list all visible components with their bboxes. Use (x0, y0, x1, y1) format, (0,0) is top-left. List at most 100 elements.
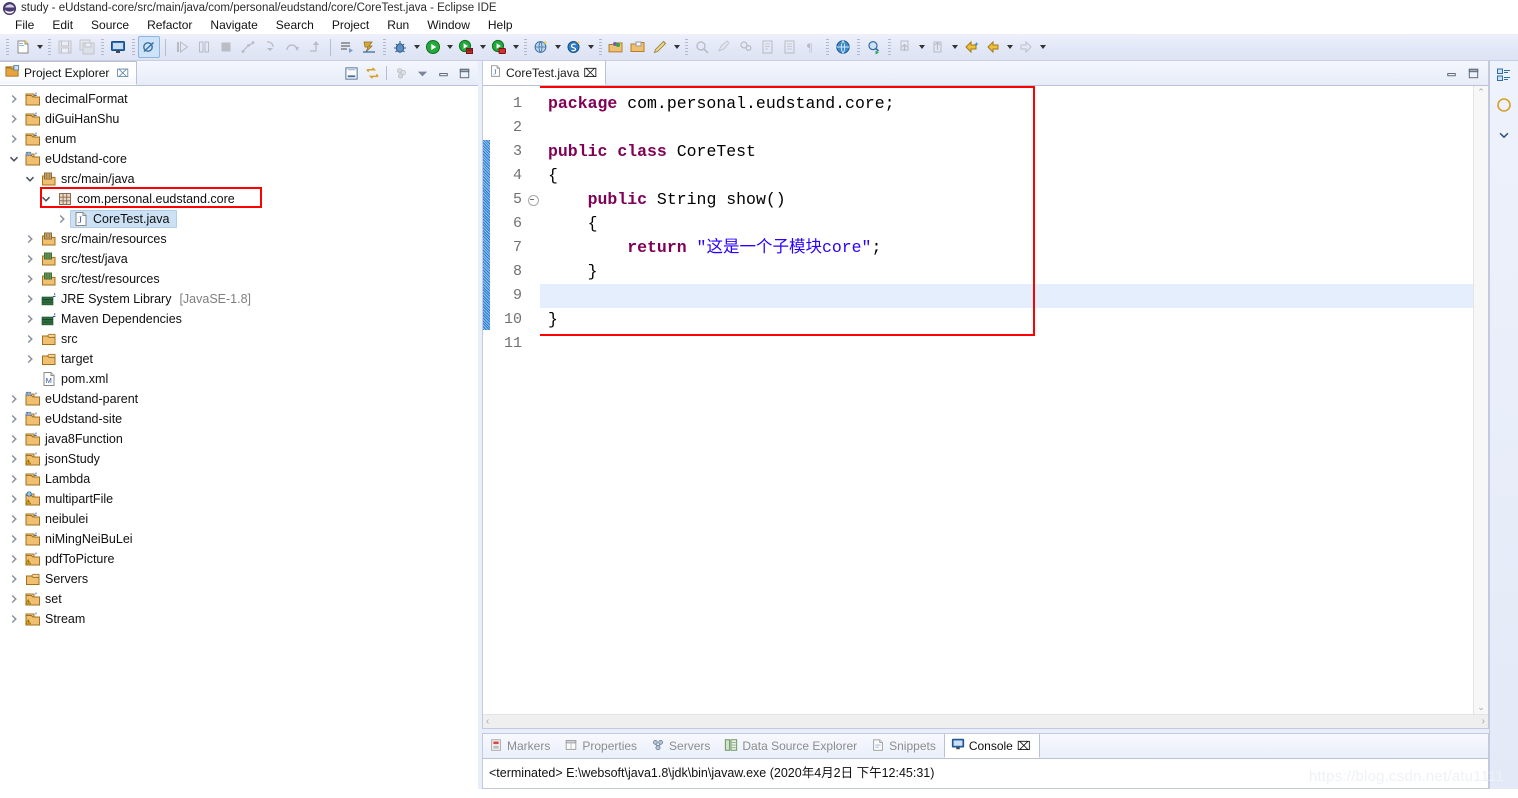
coverage-dropdown-arrow[interactable] (510, 36, 521, 58)
next-annotation-icon[interactable] (336, 36, 358, 58)
code-line-7[interactable]: return "这是一个子模块core"; (540, 236, 1473, 260)
resume-icon[interactable] (171, 36, 193, 58)
open-type-icon[interactable] (863, 36, 885, 58)
step-into-icon[interactable] (259, 36, 281, 58)
console-output-area[interactable]: <terminated> E:\websoft\java1.8\jdk\bin\… (483, 759, 1488, 788)
tree-item-servers[interactable]: Servers (0, 569, 478, 589)
new-spring-icon[interactable] (563, 36, 585, 58)
menu-project[interactable]: Project (323, 16, 378, 34)
tab-properties[interactable]: Properties (558, 734, 645, 758)
chevron-down-icon[interactable] (22, 169, 38, 189)
toolbar-grip[interactable] (826, 38, 829, 56)
new-server-icon[interactable] (530, 36, 552, 58)
new-spring-dropdown-arrow[interactable] (585, 36, 596, 58)
folding-ruler[interactable] (526, 86, 540, 714)
tree-item-pom-xml[interactable]: Mpom.xml (0, 369, 478, 389)
chevron-down-icon[interactable] (6, 149, 22, 169)
tree-item-target[interactable]: target (0, 349, 478, 369)
chevron-right-icon[interactable] (6, 489, 22, 509)
chevron-right-icon[interactable] (6, 569, 22, 589)
outline-view-icon[interactable] (1494, 95, 1514, 115)
scroll-left-icon[interactable]: ‹ (486, 716, 489, 727)
minimize-icon[interactable] (1441, 63, 1461, 83)
close-icon[interactable]: ⌧ (116, 67, 129, 80)
tree-item-maven-dependencies[interactable]: Maven Dependencies (0, 309, 478, 329)
tree-item-enum[interactable]: enum (0, 129, 478, 149)
code-line-9[interactable] (540, 284, 1473, 308)
toolbar-grip[interactable] (48, 38, 51, 56)
forward-icon[interactable] (1015, 36, 1037, 58)
minimize-icon[interactable] (433, 63, 453, 83)
tree-item-eudstand-core[interactable]: M eUdstand-core (0, 149, 478, 169)
toolbar-grip[interactable] (888, 38, 891, 56)
terminate-icon[interactable] (215, 36, 237, 58)
tab-data-source-explorer[interactable]: Data Source Explorer (718, 734, 865, 758)
new-java-package-icon[interactable] (605, 36, 627, 58)
debug-dropdown-arrow[interactable] (411, 36, 422, 58)
code-line-5[interactable]: public String show() (540, 188, 1473, 212)
menu-edit[interactable]: Edit (43, 16, 82, 34)
previous-annotation-dropdown-arrow[interactable] (916, 36, 927, 58)
debug-icon[interactable] (389, 36, 411, 58)
skip-breakpoints-icon[interactable] (138, 36, 160, 58)
chevron-right-icon[interactable] (6, 469, 22, 489)
run-dropdown-arrow[interactable] (444, 36, 455, 58)
new-wizard-icon[interactable] (12, 36, 34, 58)
tree-item-src-test-java[interactable]: src/test/java (0, 249, 478, 269)
tree-item-lambda[interactable]: Lambda (0, 469, 478, 489)
fold-collapse-icon[interactable] (526, 188, 540, 212)
tree-item-diguihanshu[interactable]: diGuiHanShu (0, 109, 478, 129)
whitespace-icon[interactable]: ¶ (801, 36, 823, 58)
chevron-right-icon[interactable] (6, 109, 22, 129)
collapse-all-icon[interactable] (341, 63, 361, 83)
code-text-area[interactable]: package com.personal.eudstand.core; publ… (540, 86, 1473, 714)
scroll-up-icon[interactable]: ⌃ (1477, 88, 1485, 97)
menu-run[interactable]: Run (378, 16, 418, 34)
toolbar-grip[interactable] (524, 38, 527, 56)
toolbar-grip[interactable] (599, 38, 602, 56)
tree-item-jre-system-library[interactable]: JRE System Library [JavaSE-1.8] (0, 289, 478, 309)
menu-help[interactable]: Help (479, 16, 522, 34)
open-task-icon[interactable] (757, 36, 779, 58)
forward-dropdown-arrow[interactable] (1037, 36, 1048, 58)
toolbar-grip[interactable] (685, 38, 688, 56)
tree-item-java8function[interactable]: java8Function (0, 429, 478, 449)
tree-item-src[interactable]: src (0, 329, 478, 349)
next-edit-icon[interactable] (927, 36, 949, 58)
toolbar-grip[interactable] (132, 38, 135, 56)
chevron-right-icon[interactable] (6, 129, 22, 149)
suspend-icon[interactable] (193, 36, 215, 58)
back-history-icon[interactable] (960, 36, 982, 58)
new-server-dropdown-arrow[interactable] (552, 36, 563, 58)
chevron-right-icon[interactable] (22, 269, 38, 289)
menu-search[interactable]: Search (267, 16, 323, 34)
run-icon[interactable] (422, 36, 444, 58)
code-line-11[interactable] (540, 332, 1473, 356)
tab-snippets[interactable]: Snippets (865, 734, 944, 758)
close-icon[interactable]: ⌧ (583, 66, 597, 80)
tree-item-src-main-java[interactable]: src/main/java (0, 169, 478, 189)
chevron-right-icon[interactable] (22, 229, 38, 249)
chevron-right-icon[interactable] (22, 249, 38, 269)
previous-annotation-icon[interactable] (894, 36, 916, 58)
new-wizard-dropdown-arrow[interactable] (34, 36, 45, 58)
menu-source[interactable]: Source (82, 16, 138, 34)
search-icon[interactable] (691, 36, 713, 58)
close-icon[interactable]: ⌧ (1017, 739, 1031, 753)
editor-vertical-scrollbar[interactable]: ⌃ ⌄ (1473, 86, 1488, 714)
tree-item-eudstand-site[interactable]: M eUdstand-site (0, 409, 478, 429)
scroll-right-icon[interactable]: › (1482, 716, 1485, 727)
run-external-tools-icon[interactable] (455, 36, 477, 58)
chevron-right-icon[interactable] (6, 449, 22, 469)
run-coverage-icon[interactable] (488, 36, 510, 58)
chevron-right-icon[interactable] (54, 209, 70, 229)
editor-body[interactable]: 1 2 3 4 5 6 7 8 9 10 11 package com.personal.eudst… (483, 86, 1488, 714)
terminal-icon[interactable] (107, 36, 129, 58)
save-all-icon[interactable] (76, 36, 98, 58)
chevron-right-icon[interactable] (6, 589, 22, 609)
maximize-icon[interactable] (454, 63, 474, 83)
back-dropdown-arrow[interactable] (1004, 36, 1015, 58)
project-tree[interactable]: decimalFormat diGuiHanShu enum M eUdstan… (0, 86, 478, 789)
tree-item-src-test-resources[interactable]: src/test/resources (0, 269, 478, 289)
next-edit-dropdown-arrow[interactable] (949, 36, 960, 58)
